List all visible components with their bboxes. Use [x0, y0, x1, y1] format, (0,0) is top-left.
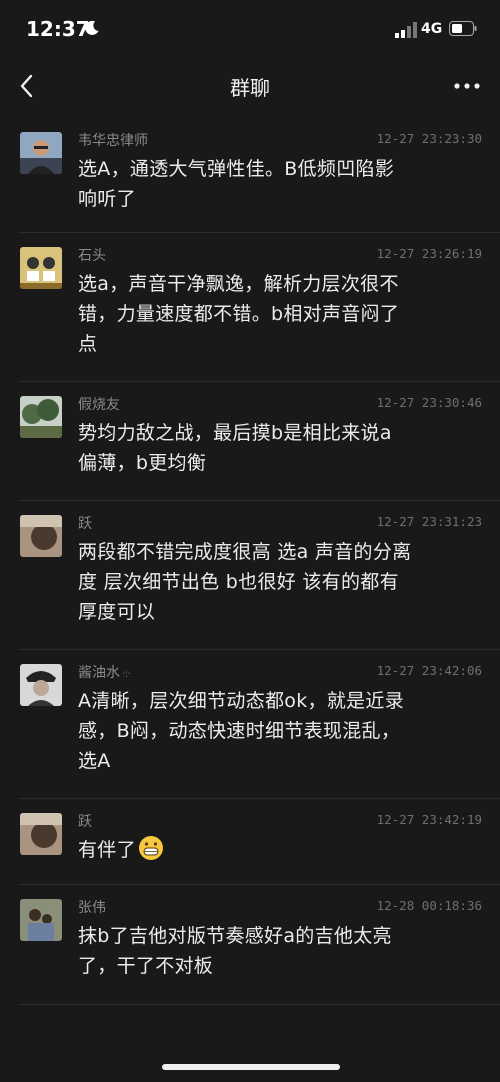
avatar[interactable] [20, 899, 62, 941]
message-text: 两段都不错完成度很高 选a 声音的分离 度 层次细节出色 b也很好 该有的都有 … [78, 537, 478, 627]
message-line: 两段都不错完成度很高 选a 声音的分离 [78, 541, 412, 563]
sender-name: 跃 [78, 516, 92, 532]
message-timestamp: 12-27 23:42:19 [376, 812, 482, 827]
message-line: 厚度可以 [78, 601, 156, 623]
message-text: 选A，通透大气弹性佳。B低频凹陷影 响听了 [78, 154, 478, 214]
sender-name: 假烧友 [78, 397, 120, 413]
message-list: 韦华忠律师 12-27 23:23:30 选A，通透大气弹性佳。B低频凹陷影 响… [0, 118, 500, 1005]
message-line: 选A [78, 750, 111, 772]
message-line: A清晰，层次细节动态都ok，就是近录 [78, 690, 405, 712]
decorative-dots-icon: ·:· [122, 667, 131, 680]
sender-name: 跃 [78, 814, 92, 830]
message-timestamp: 12-27 23:23:30 [376, 131, 482, 146]
message-line: 感，B闷，动态快速时细节表现混乱， [78, 720, 401, 742]
message-timestamp: 12-27 23:26:19 [376, 246, 482, 261]
sender-name: 石头 [78, 248, 106, 264]
message-line: 抹b了吉他对版节奏感好a的吉他太亮 [78, 925, 392, 947]
sender-name: 韦华忠律师 [78, 133, 148, 149]
network-label: 4G [421, 21, 443, 37]
sender-name: 酱油水 ·:· [78, 662, 131, 682]
message-item[interactable]: 石头 12-27 23:26:19 选a，声音干净飘逸，解析力层次很不 错，力量… [18, 233, 500, 382]
avatar[interactable] [20, 396, 62, 438]
message-item[interactable]: 韦华忠律师 12-27 23:23:30 选A，通透大气弹性佳。B低频凹陷影 响… [18, 118, 500, 233]
message-line: 有伴了 [78, 835, 478, 865]
message-line: 响听了 [78, 188, 136, 210]
message-line: 势均力敌之战，最后摸b是相比来说a [78, 422, 392, 444]
message-line-text: 有伴了 [78, 839, 136, 861]
avatar[interactable] [20, 515, 62, 557]
message-item[interactable]: 酱油水 ·:· 12-27 23:42:06 A清晰，层次细节动态都ok，就是近录… [18, 650, 500, 799]
message-line: 点 [78, 333, 98, 355]
message-timestamp: 12-27 23:31:23 [376, 514, 482, 529]
avatar[interactable] [20, 664, 62, 706]
message-text: 抹b了吉他对版节奏感好a的吉他太亮 了，干了不对板 [78, 921, 478, 981]
battery-icon [449, 21, 477, 36]
message-item[interactable]: 假烧友 12-27 23:30:46 势均力敌之战，最后摸b是相比来说a 偏薄，… [18, 382, 500, 501]
page-title: 群聊 [230, 76, 270, 100]
message-timestamp: 12-28 00:18:36 [376, 898, 482, 913]
grinning-face-icon [138, 836, 163, 860]
message-line: 了，干了不对板 [78, 955, 214, 977]
home-indicator[interactable] [162, 1064, 340, 1070]
more-dots-icon[interactable] [452, 74, 482, 98]
status-time: 12:37 [26, 17, 90, 41]
message-line: 选A，通透大气弹性佳。B低频凹陷影 [78, 158, 395, 180]
sender-name: 张伟 [78, 900, 106, 916]
message-item[interactable]: 跃 12-27 23:31:23 两段都不错完成度很高 选a 声音的分离 度 层… [18, 501, 500, 650]
message-line: 度 层次细节出色 b也很好 该有的都有 [78, 571, 399, 593]
signal-icon [395, 22, 417, 38]
message-item[interactable]: 张伟 12-28 00:18:36 抹b了吉他对版节奏感好a的吉他太亮 了，干了… [18, 885, 500, 1005]
message-item[interactable]: 跃 12-27 23:42:19 有伴了 [18, 799, 500, 885]
status-bar: 12:37 4G [0, 0, 500, 60]
moon-icon [85, 20, 99, 35]
sender-name-text: 酱油水 [78, 665, 120, 681]
message-line: 错，力量速度都不错。b相对声音闷了 [78, 303, 400, 325]
message-timestamp: 12-27 23:30:46 [376, 395, 482, 410]
message-text: 势均力敌之战，最后摸b是相比来说a 偏薄，b更均衡 [78, 418, 478, 478]
message-timestamp: 12-27 23:42:06 [376, 663, 482, 678]
message-text: A清晰，层次细节动态都ok，就是近录 感，B闷，动态快速时细节表现混乱， 选A [78, 686, 478, 776]
avatar[interactable] [20, 247, 62, 289]
nav-bar: 群聊 [0, 60, 500, 112]
avatar[interactable] [20, 813, 62, 855]
message-line: 选a，声音干净飘逸，解析力层次很不 [78, 273, 399, 295]
message-line: 偏薄，b更均衡 [78, 452, 207, 474]
message-text: 选a，声音干净飘逸，解析力层次很不 错，力量速度都不错。b相对声音闷了 点 [78, 269, 478, 359]
message-text: 有伴了 [78, 835, 478, 865]
avatar[interactable] [20, 132, 62, 174]
